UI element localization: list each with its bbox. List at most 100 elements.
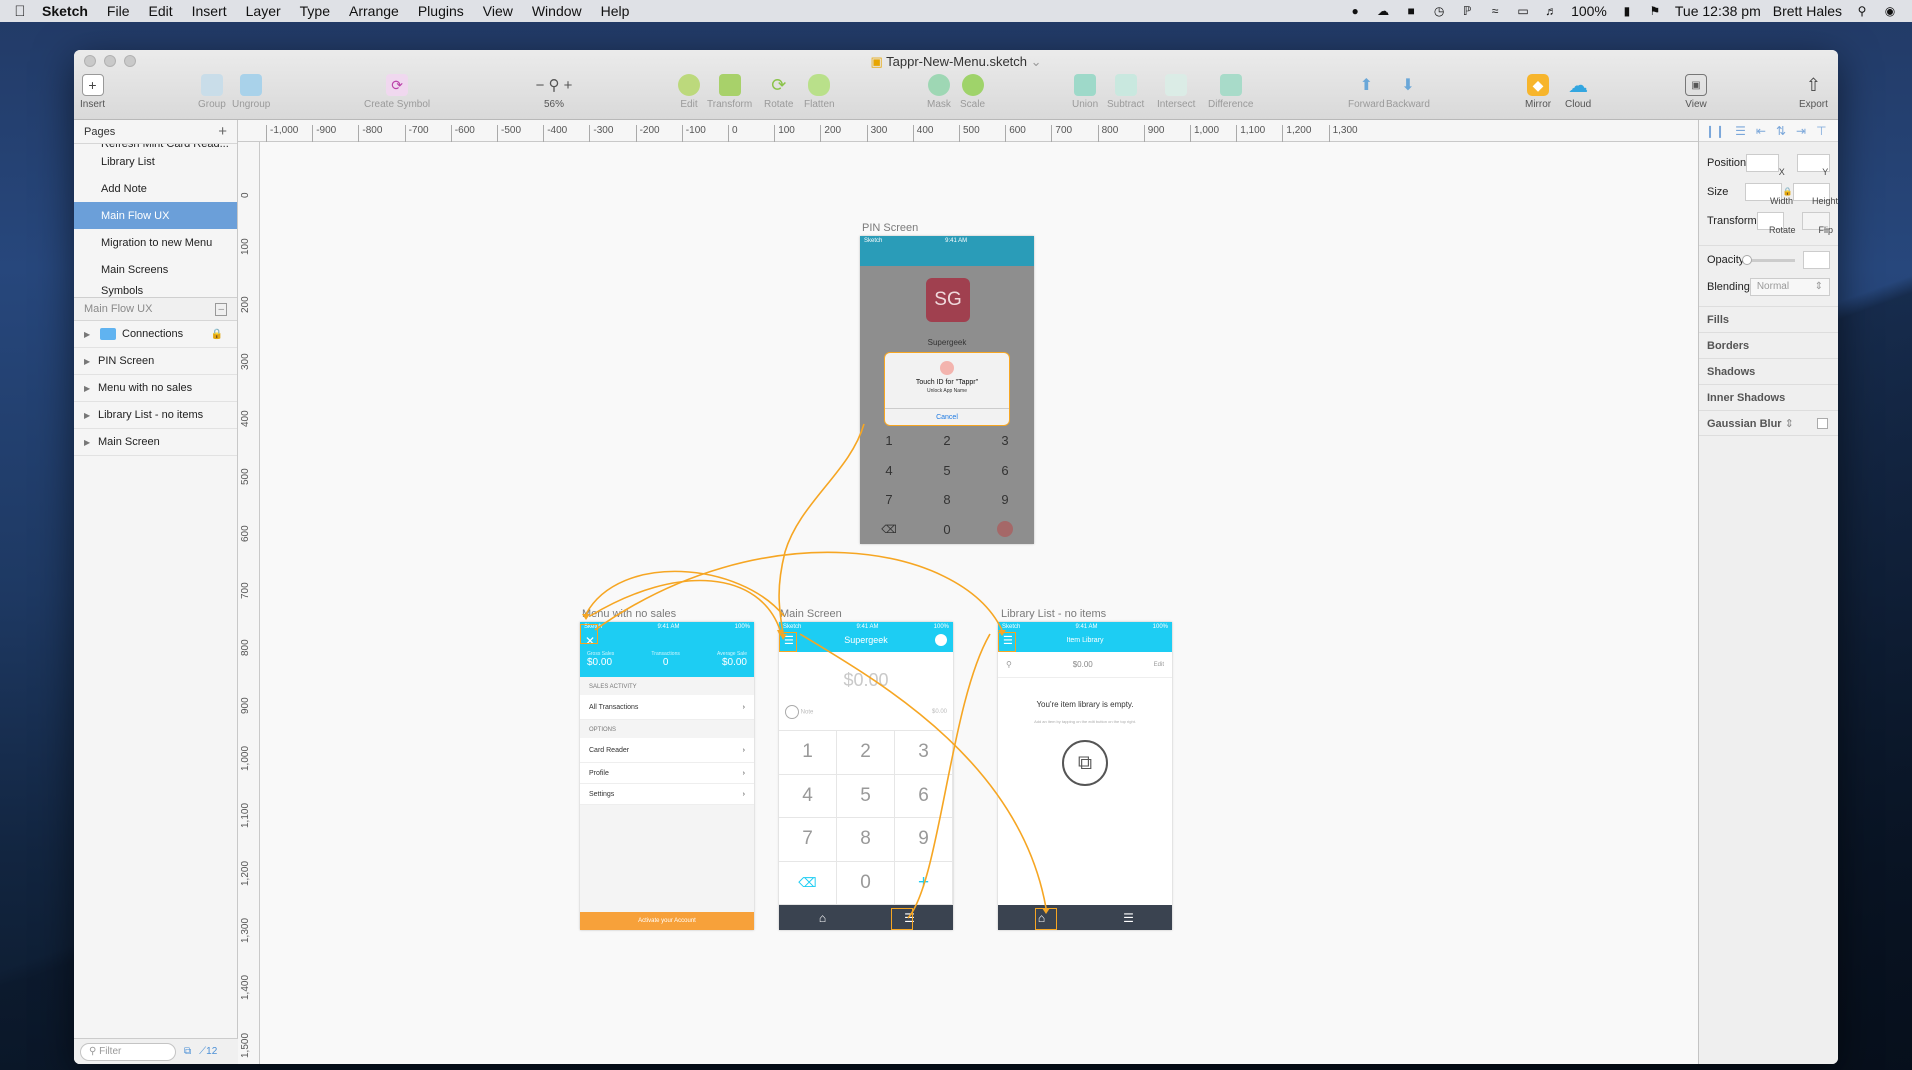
notification-icon[interactable]: ■ — [1403, 4, 1419, 18]
menu-plugins[interactable]: Plugins — [418, 3, 464, 19]
borders-section[interactable]: Borders — [1699, 332, 1838, 358]
view-button[interactable]: ▣ View — [1685, 74, 1707, 110]
subtract-button[interactable]: Subtract — [1107, 74, 1144, 110]
page-item-migration[interactable]: Migration to new Menu — [74, 229, 237, 256]
blur-checkbox[interactable] — [1817, 417, 1828, 429]
symbol-filter-icon[interactable]: ⧉ — [184, 1046, 191, 1057]
lock-ratio-icon[interactable]: 🔒 — [1782, 187, 1793, 196]
menu-layer[interactable]: Layer — [246, 3, 281, 19]
menu-help[interactable]: Help — [601, 3, 630, 19]
disclosure-triangle-icon[interactable]: ▶ — [84, 330, 98, 339]
backward-button[interactable]: ⬇ Backward — [1386, 74, 1430, 110]
ungroup-button[interactable]: Ungroup — [232, 74, 270, 110]
blending-row: Blending Normal ⇕ — [1699, 274, 1838, 300]
edit-button[interactable]: Edit — [678, 74, 700, 110]
align-right-icon[interactable]: ⇥ — [1796, 124, 1806, 138]
align-top-icon[interactable]: ⊤ — [1816, 124, 1826, 138]
distribute-horizontal-icon[interactable]: ❙❙ — [1705, 124, 1725, 138]
page-item-library-list[interactable]: Library List — [74, 148, 237, 175]
difference-button[interactable]: Difference — [1208, 74, 1253, 110]
layer-main-screen[interactable]: ▶ Main Screen — [74, 429, 237, 456]
mask-button[interactable]: Mask — [927, 74, 951, 110]
page-item-main-flow-ux[interactable]: Main Flow UX — [74, 202, 237, 229]
airplay-icon[interactable]: ▭ — [1515, 4, 1531, 18]
flatten-button[interactable]: Flatten — [804, 74, 835, 110]
union-button[interactable]: Union — [1072, 74, 1098, 110]
scale-button[interactable]: Scale — [960, 74, 985, 110]
align-center-icon[interactable]: ⇅ — [1776, 124, 1786, 138]
disclosure-triangle-icon[interactable]: ▶ — [84, 438, 98, 447]
volume-icon[interactable]: ♬ — [1543, 4, 1559, 18]
create-symbol-button[interactable]: ⟳ Create Symbol — [364, 74, 430, 110]
page-item-main-screens[interactable]: Main Screens — [74, 256, 237, 283]
opacity-input[interactable] — [1802, 251, 1830, 269]
menu-file[interactable]: File — [107, 3, 130, 19]
time-machine-icon[interactable]: ◷ — [1431, 4, 1447, 18]
zoom-control[interactable]: − ⚲ +56% — [526, 74, 582, 110]
align-left-icon[interactable]: ⇤ — [1756, 124, 1766, 138]
insert-button[interactable]: + Insert — [80, 74, 105, 110]
apple-icon[interactable]:  — [0, 3, 40, 20]
ruler-tick: -600 — [450, 125, 475, 142]
mirror-button[interactable]: ◆ Mirror — [1525, 74, 1551, 110]
disclosure-triangle-icon[interactable]: ▶ — [84, 357, 98, 366]
inner-shadows-section[interactable]: Inner Shadows — [1699, 384, 1838, 410]
shadows-section[interactable]: Shadows — [1699, 358, 1838, 384]
filter-input[interactable]: ⚲ Filter — [80, 1042, 176, 1061]
slice-filter-icon[interactable]: ⟋12 — [199, 1046, 217, 1057]
layer-connections[interactable]: ▶ Connections 🔒 — [74, 321, 237, 348]
menu-window[interactable]: Window — [532, 3, 582, 19]
creative-cloud-icon[interactable]: ● — [1347, 4, 1363, 18]
battery-icon[interactable]: ▮ — [1619, 4, 1635, 18]
bluetooth-icon[interactable]: ℙ — [1459, 4, 1475, 18]
wifi-icon[interactable]: ≈ — [1487, 4, 1503, 18]
disclosure-triangle-icon[interactable]: ▶ — [84, 411, 98, 420]
ruler-tick: 1,500 — [240, 1032, 251, 1058]
rotate-button[interactable]: ⟳ Rotate — [764, 74, 793, 111]
distribute-vertical-icon[interactable]: ☰ — [1735, 124, 1746, 138]
zoom-magnifier-icon: − ⚲ + — [535, 77, 573, 94]
layer-pin-screen[interactable]: ▶ PIN Screen — [74, 348, 237, 375]
lock-icon[interactable]: 🔒 — [211, 329, 223, 340]
ruler-tick: -100 — [681, 125, 706, 142]
collapse-layers-icon[interactable]: – — [215, 302, 227, 316]
layer-library-list[interactable]: ▶ Library List - no items — [74, 402, 237, 429]
flag-icon[interactable]: ⚑ — [1647, 4, 1663, 18]
vertical-ruler[interactable]: 0 100 200 300 400 500 600 700 800 900 1,000 1,100 1,… — [238, 142, 260, 1064]
menu-arrange[interactable]: Arrange — [349, 3, 399, 19]
page-item-add-note[interactable]: Add Note — [74, 175, 237, 202]
chevron-down-icon[interactable]: ⌄ — [1031, 54, 1042, 69]
add-page-icon[interactable]: + — [218, 123, 227, 140]
forward-button[interactable]: ⬆ Forward — [1348, 74, 1385, 110]
cloud-icon[interactable]: ☁ — [1375, 4, 1391, 18]
menu-app-name[interactable]: Sketch — [42, 3, 88, 19]
menu-insert[interactable]: Insert — [192, 3, 227, 19]
transform-button[interactable]: Transform — [707, 74, 752, 110]
ruler-tick: 500 — [959, 125, 980, 142]
user-name[interactable]: Brett Hales — [1773, 3, 1842, 19]
layer-menu-no-sales[interactable]: ▶ Menu with no sales — [74, 375, 237, 402]
opacity-slider[interactable] — [1742, 254, 1795, 265]
canvas[interactable]: PIN Screen Sketch 9:41 AM SG Supergeek To… — [260, 142, 1698, 1064]
menu-type[interactable]: Type — [300, 3, 330, 19]
cloud-button[interactable]: ☁ Cloud — [1565, 74, 1591, 111]
gaussian-blur-section[interactable]: Gaussian Blur ⇕ — [1699, 410, 1838, 436]
group-button[interactable]: Group — [198, 74, 226, 110]
sketch-window: ▣ Tappr-New-Menu.sketch ⌄ + Insert Group … — [74, 50, 1838, 1064]
spotlight-search-icon[interactable]: ⚲ — [1854, 4, 1870, 18]
battery-percent[interactable]: 100% — [1571, 3, 1607, 19]
export-button[interactable]: ⇧ Export — [1799, 74, 1828, 111]
ruler-tick: -300 — [589, 125, 613, 142]
horizontal-ruler[interactable]: -1,000 -900 -800 -700 -600 -500 -400 -300 -200 -1… — [238, 120, 1698, 142]
stepper-icon[interactable]: ⇕ — [1785, 418, 1794, 430]
disclosure-triangle-icon[interactable]: ▶ — [84, 384, 98, 393]
siri-icon[interactable]: ◉ — [1882, 4, 1898, 18]
slider-knob[interactable] — [1742, 254, 1753, 265]
intersect-button[interactable]: Intersect — [1157, 74, 1195, 110]
clock[interactable]: Tue 12:38 pm — [1675, 3, 1761, 19]
page-item-symbols[interactable]: Symbols — [74, 283, 237, 297]
fills-section[interactable]: Fills — [1699, 306, 1838, 332]
blending-select[interactable]: Normal ⇕ — [1749, 278, 1830, 296]
menu-edit[interactable]: Edit — [148, 3, 172, 19]
menu-view[interactable]: View — [483, 3, 513, 19]
